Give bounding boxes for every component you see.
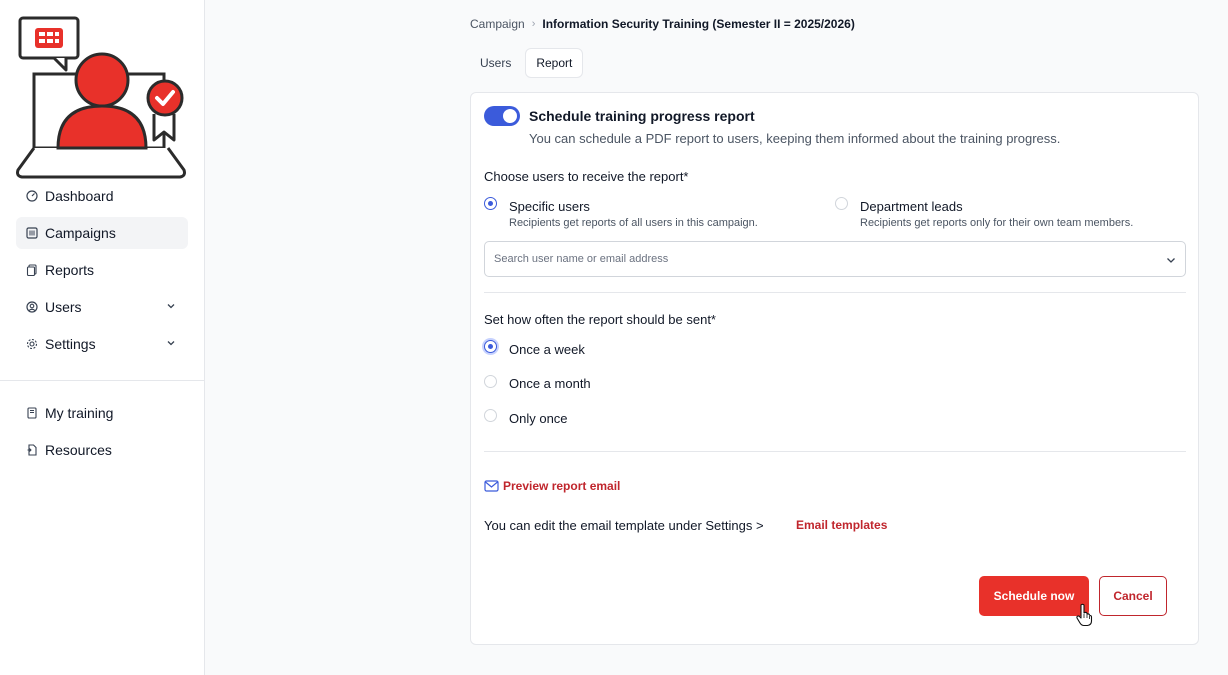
- nav-item-label: My training: [45, 405, 114, 421]
- nav-item-label: Settings: [45, 336, 96, 352]
- schedule-now-button[interactable]: Schedule now: [979, 576, 1089, 616]
- search-placeholder: Search user name or email address: [494, 253, 669, 265]
- radio-specific-users[interactable]: [484, 197, 497, 210]
- user-circle-icon: [26, 301, 38, 313]
- radio-only-once[interactable]: [484, 409, 497, 422]
- once-a-week-label: Once a week: [509, 342, 585, 357]
- radio-once-a-week[interactable]: [484, 340, 497, 353]
- recipients-label: Choose users to receive the report*: [484, 169, 689, 184]
- security-training-logo: [16, 16, 186, 179]
- department-leads-label: Department leads: [860, 199, 963, 214]
- tab-users[interactable]: Users: [470, 48, 521, 78]
- nav-item-users[interactable]: Users: [16, 291, 188, 323]
- hand-cursor-icon: [1076, 603, 1093, 627]
- nav-item-dashboard[interactable]: Dashboard: [16, 180, 188, 212]
- sidebar-divider: [0, 380, 204, 381]
- preview-report-email-link[interactable]: Preview report email: [484, 479, 620, 493]
- only-once-label: Only once: [509, 411, 568, 426]
- chevron-down-icon: [167, 341, 175, 346]
- cancel-button[interactable]: Cancel: [1099, 576, 1167, 616]
- document-icon: [26, 444, 38, 456]
- chevron-right-icon: ›: [531, 18, 536, 30]
- once-a-month-label: Once a month: [509, 376, 591, 391]
- radio-once-a-month[interactable]: [484, 375, 497, 388]
- specific-users-description: Recipients get reports of all users in t…: [509, 217, 758, 229]
- nav-item-label: Resources: [45, 442, 112, 458]
- schedule-report-toggle[interactable]: [484, 106, 520, 126]
- schedule-title: Schedule training progress report: [529, 108, 755, 124]
- reports-icon: [26, 264, 38, 276]
- secondary-nav: My training Resources: [16, 397, 188, 471]
- nav-item-label: Reports: [45, 262, 95, 278]
- nav-item-campaigns[interactable]: Campaigns: [16, 217, 188, 249]
- section-divider: [484, 292, 1186, 293]
- nav-item-settings[interactable]: Settings: [16, 328, 188, 360]
- breadcrumb-parent[interactable]: Campaign: [470, 17, 525, 31]
- nav-item-my-training[interactable]: My training: [16, 397, 188, 429]
- nav-item-resources[interactable]: Resources: [16, 434, 188, 466]
- tab-report[interactable]: Report: [525, 48, 584, 78]
- mail-icon: [484, 480, 499, 492]
- nav-item-label: Users: [45, 299, 82, 315]
- specific-users-label: Specific users: [509, 199, 590, 214]
- radio-department-leads[interactable]: [835, 197, 848, 210]
- report-settings-card: Schedule training progress report You ca…: [470, 92, 1199, 645]
- edit-template-text: You can edit the email template under Se…: [484, 518, 764, 533]
- chevron-down-icon: [1167, 258, 1175, 263]
- gear-icon: [26, 338, 38, 350]
- nav-item-label: Campaigns: [45, 225, 116, 241]
- main-nav: Dashboard Campaigns Reports Users Settin…: [16, 180, 188, 365]
- preview-report-email-label: Preview report email: [503, 479, 621, 493]
- schedule-description: You can schedule a PDF report to users, …: [529, 131, 1061, 146]
- book-icon: [26, 407, 38, 419]
- breadcrumb: Campaign › Information Security Training…: [470, 17, 855, 31]
- breadcrumb-current: Information Security Training (Semester …: [542, 17, 855, 31]
- sidebar: Dashboard Campaigns Reports Users Settin…: [0, 0, 205, 675]
- gauge-icon: [26, 190, 38, 202]
- email-templates-link[interactable]: Email templates: [796, 518, 887, 532]
- frequency-label: Set how often the report should be sent*: [484, 312, 716, 327]
- nav-item-label: Dashboard: [45, 188, 114, 204]
- chevron-down-icon: [167, 304, 175, 309]
- user-search-select[interactable]: Search user name or email address: [484, 241, 1186, 277]
- tab-bar: Users Report: [470, 48, 584, 78]
- campaign-icon: [26, 227, 38, 239]
- section-divider: [484, 451, 1186, 452]
- nav-item-reports[interactable]: Reports: [16, 254, 188, 286]
- department-leads-description: Recipients get reports only for their ow…: [860, 217, 1134, 229]
